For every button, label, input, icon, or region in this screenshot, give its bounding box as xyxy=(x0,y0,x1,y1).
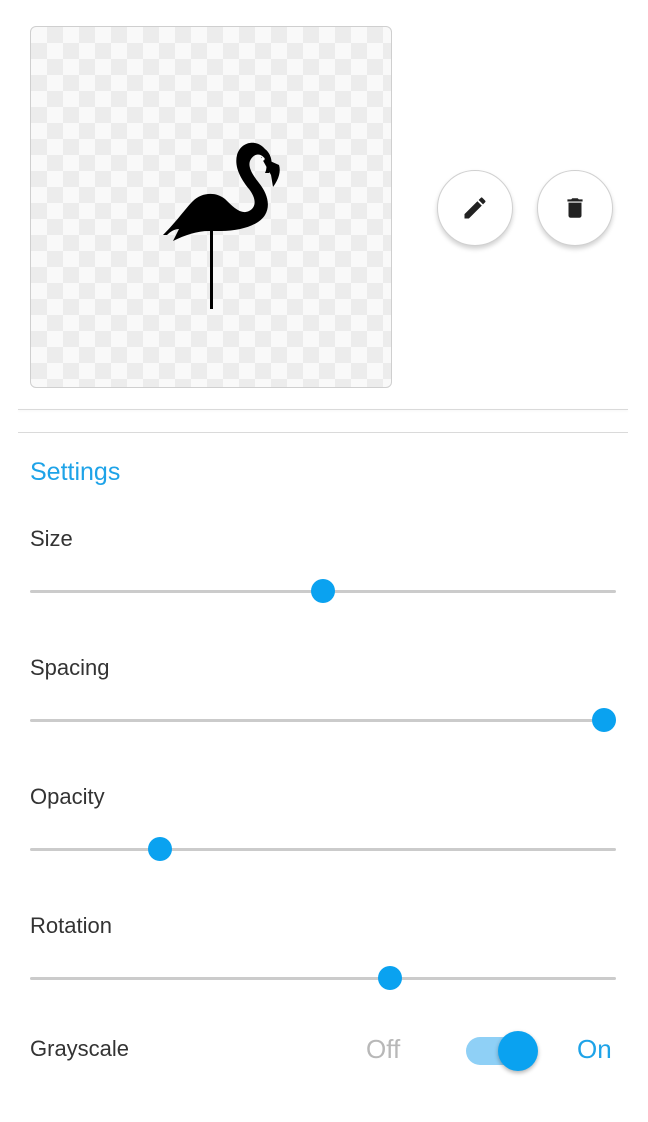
slider-track xyxy=(30,719,616,722)
slider-thumb[interactable] xyxy=(378,966,403,990)
trash-icon xyxy=(567,198,583,218)
edit-button[interactable] xyxy=(437,170,513,246)
opacity-label: Opacity xyxy=(30,784,105,809)
size-slider[interactable] xyxy=(30,579,616,603)
rotation-slider[interactable] xyxy=(30,966,616,990)
divider xyxy=(18,432,628,433)
grayscale-off-label[interactable]: Off xyxy=(366,1034,400,1065)
divider xyxy=(18,409,628,410)
settings-title: Settings xyxy=(30,458,121,486)
flamingo-icon xyxy=(163,142,280,309)
grayscale-toggle[interactable] xyxy=(466,1030,538,1071)
rotation-label: Rotation xyxy=(30,913,112,938)
grayscale-on-label[interactable]: On xyxy=(577,1034,612,1065)
watermark-settings-panel: Settings Size Spacing Opacity Rotation G… xyxy=(0,0,648,1122)
slider-thumb[interactable] xyxy=(148,837,173,861)
pencil-icon xyxy=(464,197,486,219)
slider-track xyxy=(30,848,616,851)
grayscale-label: Grayscale xyxy=(30,1036,130,1061)
spacing-slider[interactable] xyxy=(30,708,616,732)
delete-button[interactable] xyxy=(537,170,613,246)
image-preview xyxy=(30,26,392,388)
slider-thumb[interactable] xyxy=(311,579,335,603)
slider-thumb[interactable] xyxy=(592,708,616,732)
toggle-thumb[interactable] xyxy=(498,1031,538,1071)
spacing-label: Spacing xyxy=(30,655,110,680)
size-label: Size xyxy=(30,526,73,551)
opacity-slider[interactable] xyxy=(30,837,616,861)
slider-track xyxy=(30,977,616,980)
